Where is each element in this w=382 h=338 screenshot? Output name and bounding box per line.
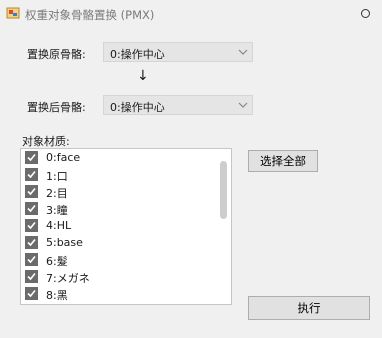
check-icon [27, 204, 36, 213]
source-bone-value: 0:操作中心 [110, 48, 165, 61]
window-title: 权重对象骨骼置换 (PMX) [25, 8, 155, 22]
checkbox[interactable] [25, 236, 38, 249]
list-item-label: 2:目 [46, 187, 68, 200]
list-scrollbar[interactable] [217, 149, 231, 304]
checkbox[interactable] [25, 202, 38, 215]
list-item-label: 5:base [46, 236, 83, 249]
list-item-label: 8:黑 [46, 289, 68, 302]
title-bar: 权重对象骨骼置换 (PMX) [0, 0, 382, 28]
list-item[interactable]: 5:base [21, 234, 217, 252]
circle-icon[interactable] [361, 9, 370, 18]
check-icon [27, 187, 36, 196]
list-item[interactable]: 6:髮 [21, 251, 217, 269]
list-item-label: 3:瞳 [46, 204, 68, 217]
list-item[interactable]: 8:黑 [21, 285, 217, 303]
check-icon [27, 221, 36, 230]
target-bone-value: 0:操作中心 [110, 101, 165, 114]
check-icon [27, 272, 36, 281]
materials-list[interactable]: 0:face 1:口 2:目 3:瞳 4:HL 5:base 6:髮 7:メガネ… [20, 148, 232, 305]
list-item-label: 1:口 [46, 170, 68, 183]
check-icon [27, 289, 36, 298]
list-item-label: 0:face [46, 151, 81, 164]
checkbox[interactable] [25, 253, 38, 266]
app-icon [6, 7, 20, 19]
checkbox[interactable] [25, 185, 38, 198]
list-item[interactable]: 2:目 [21, 183, 217, 201]
checkbox[interactable] [25, 270, 38, 283]
materials-label: 对象材质: [22, 135, 70, 148]
target-bone-select[interactable]: 0:操作中心 [103, 95, 253, 115]
source-bone-label: 置换原骨骼: [27, 48, 86, 61]
chevron-down-icon [238, 49, 248, 55]
checkbox[interactable] [25, 151, 38, 164]
check-icon [27, 238, 36, 247]
select-all-button[interactable]: 选择全部 [248, 150, 318, 172]
list-item[interactable]: 0:face [21, 149, 217, 167]
list-item-label: 6:髮 [46, 255, 68, 268]
source-bone-select[interactable]: 0:操作中心 [103, 42, 253, 62]
checkbox[interactable] [25, 219, 38, 232]
checkbox[interactable] [25, 168, 38, 181]
check-icon [27, 170, 36, 179]
check-icon [27, 153, 36, 162]
target-bone-label: 置换后骨骼: [27, 101, 86, 114]
checkbox[interactable] [25, 287, 38, 300]
chevron-down-icon [238, 102, 248, 108]
check-icon [27, 255, 36, 264]
list-item[interactable]: 3:瞳 [21, 200, 217, 218]
scrollbar-thumb[interactable] [220, 161, 227, 219]
list-item[interactable]: 1:口 [21, 166, 217, 184]
execute-button[interactable]: 执行 [248, 296, 370, 320]
list-item-label: 7:メガネ [46, 272, 90, 285]
list-item[interactable]: 7:メガネ [21, 268, 217, 286]
list-item[interactable]: 4:HL [21, 217, 217, 235]
down-arrow-icon: ↓ [137, 68, 149, 84]
list-item-label: 4:HL [46, 219, 72, 232]
